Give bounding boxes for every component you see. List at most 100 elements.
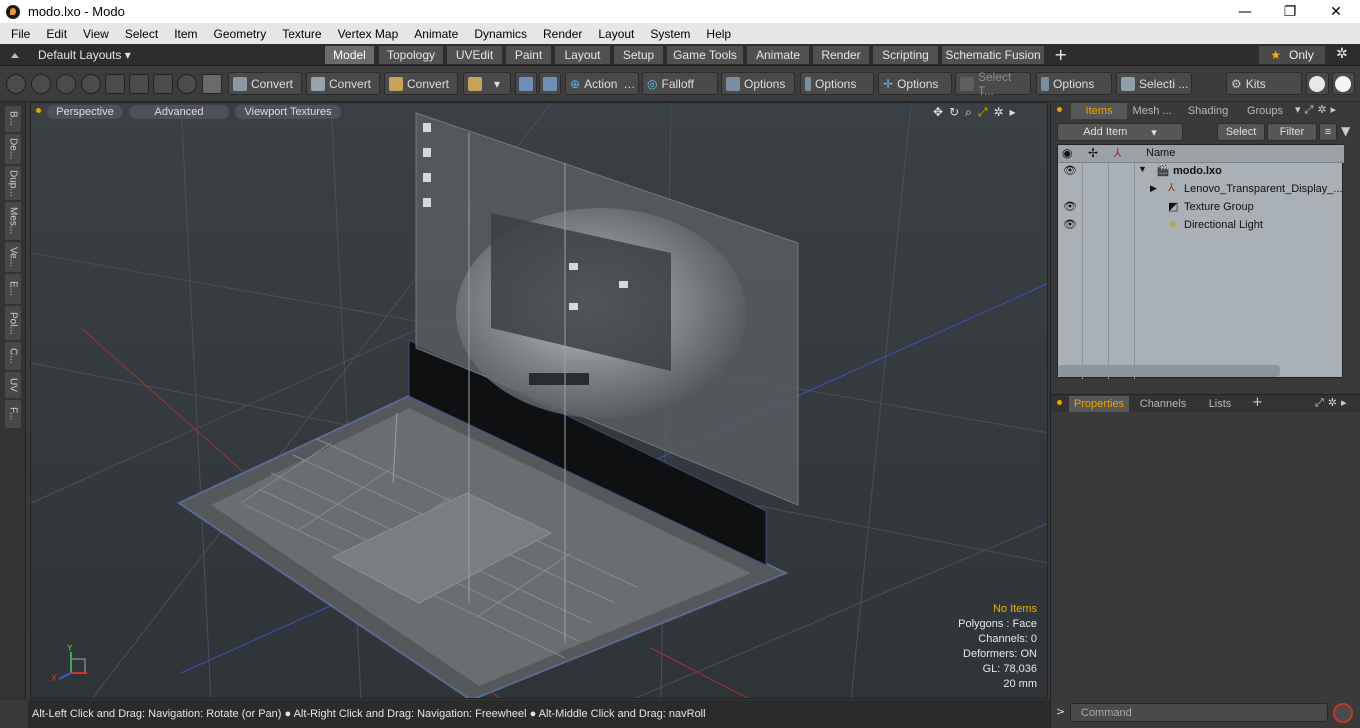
tab-setup[interactable]: Setup <box>613 46 663 64</box>
select-button[interactable]: Select <box>1217 123 1265 141</box>
brush-icon[interactable] <box>81 74 101 94</box>
polygon-icon[interactable] <box>153 74 173 94</box>
restore-button[interactable]: ❐ <box>1267 0 1313 23</box>
convert-button-1[interactable]: Convert <box>228 72 302 95</box>
globe-icon[interactable] <box>31 74 51 94</box>
menu-dynamics[interactable]: Dynamics <box>466 27 535 41</box>
gear-icon[interactable]: ✲ <box>1336 46 1348 62</box>
menu-item[interactable]: Item <box>166 27 205 41</box>
selection-sets-button[interactable]: Selecti ... <box>1116 72 1192 95</box>
funnel-icon[interactable]: ▼ <box>1341 124 1350 138</box>
list-view-icon[interactable]: ≡ <box>1319 123 1337 141</box>
edge-icon[interactable] <box>129 74 149 94</box>
rotate-view-icon[interactable]: ↻ <box>949 105 959 120</box>
item-row-texture-group[interactable]: 👁 ◩ Texture Group <box>1058 199 1344 217</box>
left-tab-duplicate[interactable]: Dup... <box>5 166 21 200</box>
action-center-button[interactable]: ⊕ Action… <box>565 72 639 95</box>
filter-button[interactable]: Filter <box>1267 123 1317 141</box>
tab-channels[interactable]: Channels <box>1135 396 1191 412</box>
workplane-button[interactable] <box>539 72 561 95</box>
close-button[interactable]: ✕ <box>1313 0 1359 23</box>
move-view-icon[interactable]: ✥ <box>933 105 943 120</box>
layout-dropdown[interactable]: Default Layouts ▾ <box>38 48 131 62</box>
menu-layout[interactable]: Layout <box>590 27 642 41</box>
expanded-arrow-icon[interactable]: ▼ <box>1138 164 1147 174</box>
left-tab-polygon[interactable]: Pol... <box>5 306 21 340</box>
properties-panel-controls[interactable]: ⤢✲▸ <box>1315 396 1351 410</box>
zoom-view-icon[interactable]: ⌕ <box>965 105 972 120</box>
collapsed-arrow-icon[interactable]: ▶ <box>1150 183 1157 194</box>
menu-animate[interactable]: Animate <box>406 27 466 41</box>
tab-lists[interactable]: Lists <box>1195 396 1245 412</box>
item-row-light[interactable]: 👁 ☀ Directional Light <box>1058 217 1344 235</box>
left-tab-fusion[interactable]: F... <box>5 400 21 428</box>
menu-texture[interactable]: Texture <box>274 27 329 41</box>
horizontal-scrollbar[interactable] <box>1058 365 1280 377</box>
tab-topology[interactable]: Topology <box>378 46 443 64</box>
left-tab-deform[interactable]: De... <box>5 134 21 164</box>
eye-icon[interactable]: 👁 <box>1063 164 1077 177</box>
tab-layout[interactable]: Layout <box>554 46 610 64</box>
left-tab-uv[interactable]: UV <box>5 372 21 398</box>
tab-scripting[interactable]: Scripting <box>872 46 938 64</box>
record-icon[interactable] <box>1333 703 1353 723</box>
add-tab-button[interactable]: + <box>1252 395 1263 410</box>
tab-items[interactable]: Items <box>1071 103 1127 119</box>
left-tab-mesh[interactable]: Mes... <box>5 202 21 240</box>
eye-icon[interactable]: 👁 <box>1063 218 1077 231</box>
material-icon[interactable] <box>202 74 222 94</box>
options-button-1[interactable]: Options <box>721 72 795 95</box>
left-tab-vertex[interactable]: Ve... <box>5 242 21 272</box>
menu-system[interactable]: System <box>642 27 698 41</box>
tab-model[interactable]: Model <box>324 46 374 64</box>
3d-viewport[interactable]: Y X Perspective Advanced Viewport Textur… <box>30 102 1048 699</box>
circle-select-icon[interactable] <box>6 74 26 94</box>
pen-icon[interactable] <box>56 74 76 94</box>
viewport-tab-textures[interactable]: Viewport Textures <box>235 105 341 119</box>
menu-edit[interactable]: Edit <box>38 27 75 41</box>
tab-mesh[interactable]: Mesh ... <box>1127 103 1177 119</box>
only-toggle[interactable]: ★ Only <box>1259 46 1325 64</box>
tab-shading[interactable]: Shading <box>1181 103 1235 119</box>
tab-groups[interactable]: Groups <box>1239 103 1291 119</box>
convert-button-2[interactable]: Convert <box>306 72 380 95</box>
eye-icon[interactable]: 👁 <box>1063 200 1077 213</box>
viewport-settings-icon[interactable]: ✲ <box>993 105 1003 120</box>
viewport-tab-perspective[interactable]: Perspective <box>47 105 123 119</box>
tab-animate[interactable]: Animate <box>746 46 809 64</box>
unreal-button[interactable] <box>1332 72 1355 95</box>
add-layout-button[interactable]: + <box>1054 45 1067 64</box>
snapping-dropdown[interactable]: ▾ <box>463 72 511 95</box>
menu-geometry[interactable]: Geometry <box>206 27 275 41</box>
menu-vertex-map[interactable]: Vertex Map <box>330 27 407 41</box>
menu-help[interactable]: Help <box>698 27 739 41</box>
kits-button[interactable]: ⚙ Kits <box>1226 72 1302 95</box>
tab-uvedit[interactable]: UVEdit <box>446 46 502 64</box>
tab-properties[interactable]: Properties <box>1069 396 1129 412</box>
tab-schematic-fusion[interactable]: Schematic Fusion <box>941 46 1044 64</box>
menu-select[interactable]: Select <box>117 27 166 41</box>
item-row-scene[interactable]: 👁 ▼ 🎬 modo.lxo <box>1058 163 1344 181</box>
add-item-button[interactable]: Add Item ▾ <box>1057 123 1183 141</box>
options-button-4[interactable]: Options <box>1036 72 1112 95</box>
left-tab-edge[interactable]: E... <box>5 274 21 304</box>
menu-file[interactable]: File <box>0 27 38 41</box>
unity-button[interactable] <box>1306 72 1329 95</box>
maximize-view-icon[interactable]: ⤢ <box>978 105 988 120</box>
items-panel-controls[interactable]: ▾⤢✲▸ <box>1295 103 1340 117</box>
menu-render[interactable]: Render <box>535 27 590 41</box>
left-tab-curve[interactable]: C... <box>5 342 21 370</box>
collapse-arrow-icon[interactable] <box>10 50 20 60</box>
menu-view[interactable]: View <box>75 27 117 41</box>
symmetry-button[interactable] <box>515 72 537 95</box>
falloff-button[interactable]: ◎ Falloff <box>642 72 718 95</box>
options-button-3[interactable]: ✛ Options <box>878 72 952 95</box>
tab-paint[interactable]: Paint <box>505 46 551 64</box>
viewport-menu-icon[interactable]: ▸ <box>1010 105 1016 120</box>
tab-game-tools[interactable]: Game Tools <box>666 46 743 64</box>
viewport-tab-advanced[interactable]: Advanced <box>129 105 229 119</box>
options-button-2[interactable]: Options <box>800 72 874 95</box>
item-mode-icon[interactable] <box>177 74 197 94</box>
vertex-icon[interactable] <box>105 74 125 94</box>
command-input[interactable]: Command <box>1070 703 1328 722</box>
